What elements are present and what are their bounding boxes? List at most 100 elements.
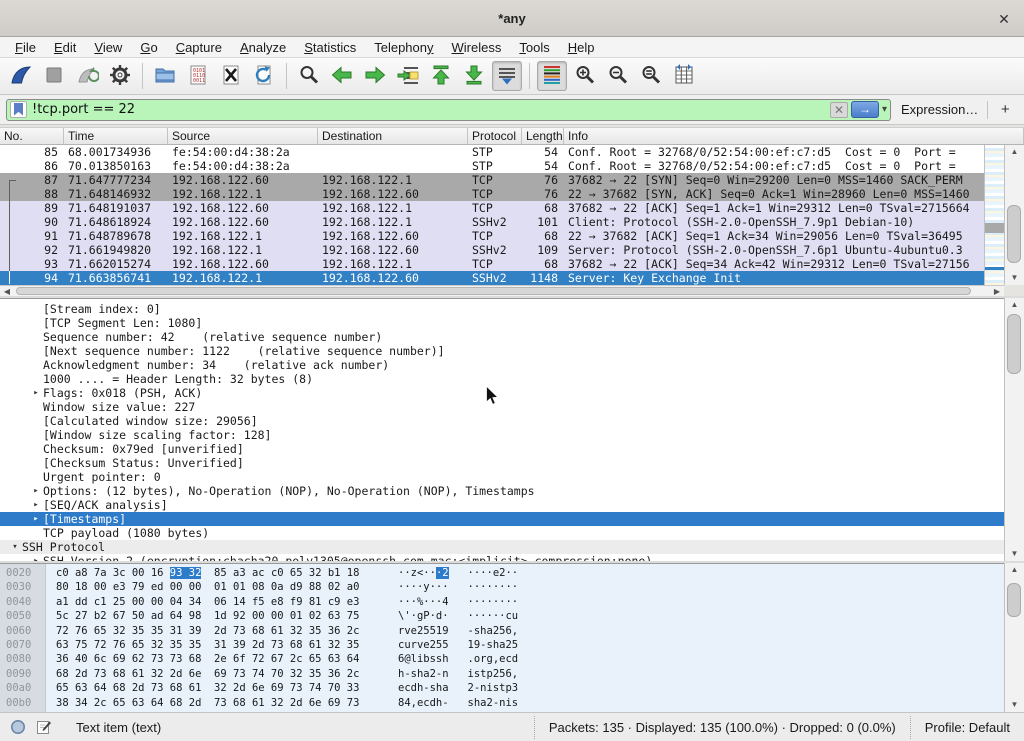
scroll-left-arrow[interactable]: ◀ (0, 286, 14, 296)
scroll-up-arrow[interactable]: ▲ (1005, 563, 1024, 577)
hex-row-0090[interactable]: 009068 2d 73 68 61 32 2d 6e 69 73 74 70 … (0, 667, 1006, 681)
packet-row-92[interactable]: 9271.661949820192.168.122.1192.168.122.6… (0, 243, 984, 257)
detail-line[interactable]: Checksum: 0x79ed [unverified] (0, 442, 1006, 456)
packet-list-hscrollbar[interactable]: ◀ ▶ (0, 285, 1004, 296)
packet-list[interactable]: 8568.001734936fe:54:00:d4:38:2aSTP54Conf… (0, 145, 984, 285)
hex-row-0020[interactable]: 0020c0 a8 7a 3c 00 16 93 32 85 a3 ac c0 … (0, 566, 1006, 580)
details-vscrollbar[interactable]: ▲ ▼ (1004, 298, 1024, 561)
column-no[interactable]: No. (0, 128, 64, 144)
scroll-thumb[interactable] (1007, 205, 1021, 263)
go-to-packet-button[interactable] (393, 61, 423, 91)
go-back-button[interactable] (327, 61, 357, 91)
hex-row-0060[interactable]: 006072 76 65 32 35 35 31 39 2d 73 68 61 … (0, 624, 1006, 638)
packet-details-pane[interactable]: [Stream index: 0][TCP Segment Len: 1080]… (0, 298, 1006, 561)
expand-arrow-icon[interactable]: ▸ (29, 484, 43, 498)
filter-add-button[interactable]: + (997, 101, 1013, 118)
packet-list-header[interactable]: No. Time Source Destination Protocol Len… (0, 127, 1024, 145)
hex-ascii[interactable]: ···%···4 ········ (398, 595, 518, 609)
restart-capture-button[interactable] (72, 61, 102, 91)
hex-ascii[interactable]: 6@libssh .org,ecd (398, 652, 518, 666)
status-profile[interactable]: Profile: Default (910, 716, 1024, 739)
hex-bytes[interactable]: c0 a8 7a 3c 00 16 93 32 85 a3 ac c0 65 3… (46, 566, 398, 580)
detail-line[interactable]: TCP payload (1080 bytes) (0, 526, 1006, 540)
detail-line[interactable]: Acknowledgment number: 34 (relative ack … (0, 358, 1006, 372)
detail-line[interactable]: ▸[SEQ/ACK analysis] (0, 498, 1006, 512)
menu-edit[interactable]: Edit (45, 38, 85, 57)
display-filter-field[interactable]: ✕ → ▾ (6, 99, 891, 121)
column-time[interactable]: Time (64, 128, 168, 144)
hex-ascii[interactable]: h-sha2-n istp256, (398, 667, 518, 681)
packet-bytes-pane[interactable]: 0020c0 a8 7a 3c 00 16 93 32 85 a3 ac c0 … (0, 563, 1006, 712)
column-source[interactable]: Source (168, 128, 318, 144)
menu-statistics[interactable]: Statistics (295, 38, 365, 57)
menu-view[interactable]: View (85, 38, 131, 57)
hex-ascii[interactable]: ····y··· ········ (398, 580, 518, 594)
hex-bytes[interactable]: 63 75 72 76 65 32 35 35 31 39 2d 73 68 6… (46, 638, 398, 652)
packet-row-91[interactable]: 9171.648789678192.168.122.1192.168.122.6… (0, 229, 984, 243)
column-length[interactable]: Length (522, 128, 564, 144)
scroll-up-arrow[interactable]: ▲ (1005, 145, 1024, 159)
go-forward-button[interactable] (360, 61, 390, 91)
filter-clear-button[interactable]: ✕ (830, 102, 848, 118)
scroll-thumb[interactable] (1007, 583, 1021, 617)
detail-line[interactable]: [TCP Segment Len: 1080] (0, 316, 1006, 330)
filter-history-dropdown[interactable]: ▾ (882, 104, 887, 115)
capture-options-button[interactable] (105, 61, 135, 91)
expand-arrow-icon[interactable]: ▸ (29, 512, 43, 526)
packet-row-94[interactable]: 9471.663856741192.168.122.1192.168.122.6… (0, 271, 984, 285)
scroll-right-arrow[interactable]: ▶ (990, 286, 1004, 296)
hex-bytes[interactable]: a1 dd c1 25 00 00 04 34 06 14 f5 e8 f9 8… (46, 595, 398, 609)
packet-list-vscrollbar[interactable]: ▲ ▼ (1004, 145, 1024, 285)
hex-bytes[interactable]: 65 63 64 68 2d 73 68 61 32 2d 6e 69 73 7… (46, 681, 398, 695)
hex-row-00a0[interactable]: 00a065 63 64 68 2d 73 68 61 32 2d 6e 69 … (0, 681, 1006, 695)
find-packet-button[interactable] (294, 61, 324, 91)
scroll-up-arrow[interactable]: ▲ (1005, 298, 1024, 312)
hex-ascii[interactable]: \'·gP·d· ······cu (398, 609, 518, 623)
expand-arrow-icon[interactable]: ▸ (29, 554, 43, 561)
hex-row-0050[interactable]: 00505c 27 b2 67 50 ad 64 98 1d 92 00 00 … (0, 609, 1006, 623)
menu-go[interactable]: Go (131, 38, 166, 57)
detail-line[interactable]: 1000 .... = Header Length: 32 bytes (8) (0, 372, 1006, 386)
detail-line[interactable]: [Next sequence number: 1122 (relative se… (0, 344, 1006, 358)
expand-arrow-icon[interactable]: ▸ (29, 386, 43, 400)
auto-scroll-button[interactable] (492, 61, 522, 91)
detail-line[interactable]: ▸Flags: 0x018 (PSH, ACK) (0, 386, 1006, 400)
packet-row-90[interactable]: 9071.648618924192.168.122.60192.168.122.… (0, 215, 984, 229)
menu-wireless[interactable]: Wireless (443, 38, 511, 57)
detail-line[interactable]: [Window size scaling factor: 128] (0, 428, 1006, 442)
open-file-button[interactable] (150, 61, 180, 91)
packet-row-93[interactable]: 9371.662015274192.168.122.60192.168.122.… (0, 257, 984, 271)
hex-row-0080[interactable]: 008036 40 6c 69 62 73 73 68 2e 6f 72 67 … (0, 652, 1006, 666)
hex-ascii[interactable]: rve25519 -sha256, (398, 624, 518, 638)
hex-row-0070[interactable]: 007063 75 72 76 65 32 35 35 31 39 2d 73 … (0, 638, 1006, 652)
packet-row-85[interactable]: 8568.001734936fe:54:00:d4:38:2aSTP54Conf… (0, 145, 984, 159)
detail-line[interactable]: ▸Options: (12 bytes), No-Operation (NOP)… (0, 484, 1006, 498)
column-destination[interactable]: Destination (318, 128, 468, 144)
filter-apply-button[interactable]: → (851, 101, 879, 118)
hex-ascii[interactable]: ecdh-sha 2-nistp3 (398, 681, 518, 695)
window-close-button[interactable]: ✕ (994, 9, 1014, 29)
packet-row-87[interactable]: 8771.647777234192.168.122.60192.168.122.… (0, 173, 984, 187)
scroll-down-arrow[interactable]: ▼ (1005, 547, 1024, 561)
hex-bytes[interactable]: 80 18 00 e3 79 ed 00 00 01 01 08 0a d9 8… (46, 580, 398, 594)
hex-bytes[interactable]: 5c 27 b2 67 50 ad 64 98 1d 92 00 00 01 0… (46, 609, 398, 623)
expand-arrow-icon[interactable]: ▸ (29, 498, 43, 512)
hex-bytes[interactable]: 68 2d 73 68 61 32 2d 6e 69 73 74 70 32 3… (46, 667, 398, 681)
menu-file[interactable]: File (6, 38, 45, 57)
zoom-reset-button[interactable] (636, 61, 666, 91)
hscroll-thumb[interactable] (16, 287, 971, 295)
hex-ascii[interactable]: curve255 19-sha25 (398, 638, 518, 652)
close-file-button[interactable] (216, 61, 246, 91)
zoom-out-button[interactable] (603, 61, 633, 91)
start-capture-button[interactable] (6, 61, 36, 91)
packet-row-88[interactable]: 8871.648146932192.168.122.1192.168.122.6… (0, 187, 984, 201)
menu-capture[interactable]: Capture (167, 38, 231, 57)
expand-arrow-icon[interactable]: ▾ (8, 540, 22, 554)
expression-button[interactable]: Expression… (901, 102, 978, 117)
hex-row-0040[interactable]: 0040a1 dd c1 25 00 00 04 34 06 14 f5 e8 … (0, 595, 1006, 609)
detail-line[interactable]: Sequence number: 42 (relative sequence n… (0, 330, 1006, 344)
packet-row-86[interactable]: 8670.013850163fe:54:00:d4:38:2aSTP54Conf… (0, 159, 984, 173)
detail-line[interactable]: Window size value: 227 (0, 400, 1006, 414)
hex-ascii[interactable]: 84,ecdh- sha2-nis (398, 696, 518, 710)
zoom-in-button[interactable] (570, 61, 600, 91)
